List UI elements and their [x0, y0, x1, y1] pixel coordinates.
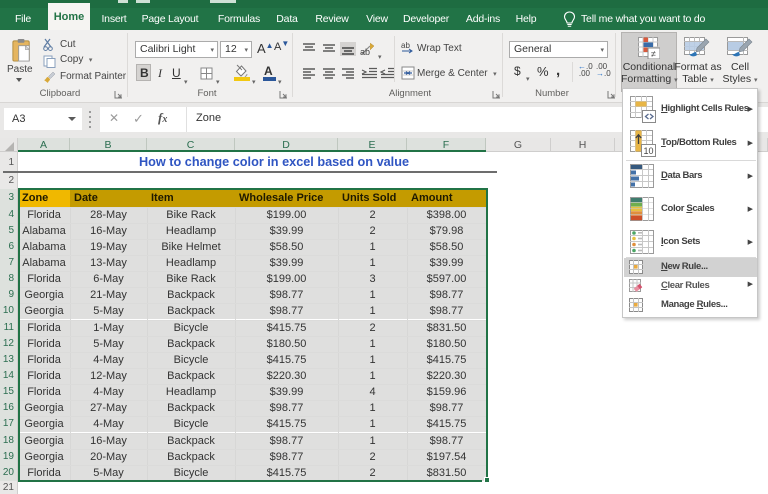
svg-text:10: 10 — [644, 146, 654, 156]
svg-text:ab: ab — [360, 47, 370, 56]
svg-text:≠: ≠ — [651, 49, 656, 59]
svg-text:ab: ab — [401, 41, 410, 50]
